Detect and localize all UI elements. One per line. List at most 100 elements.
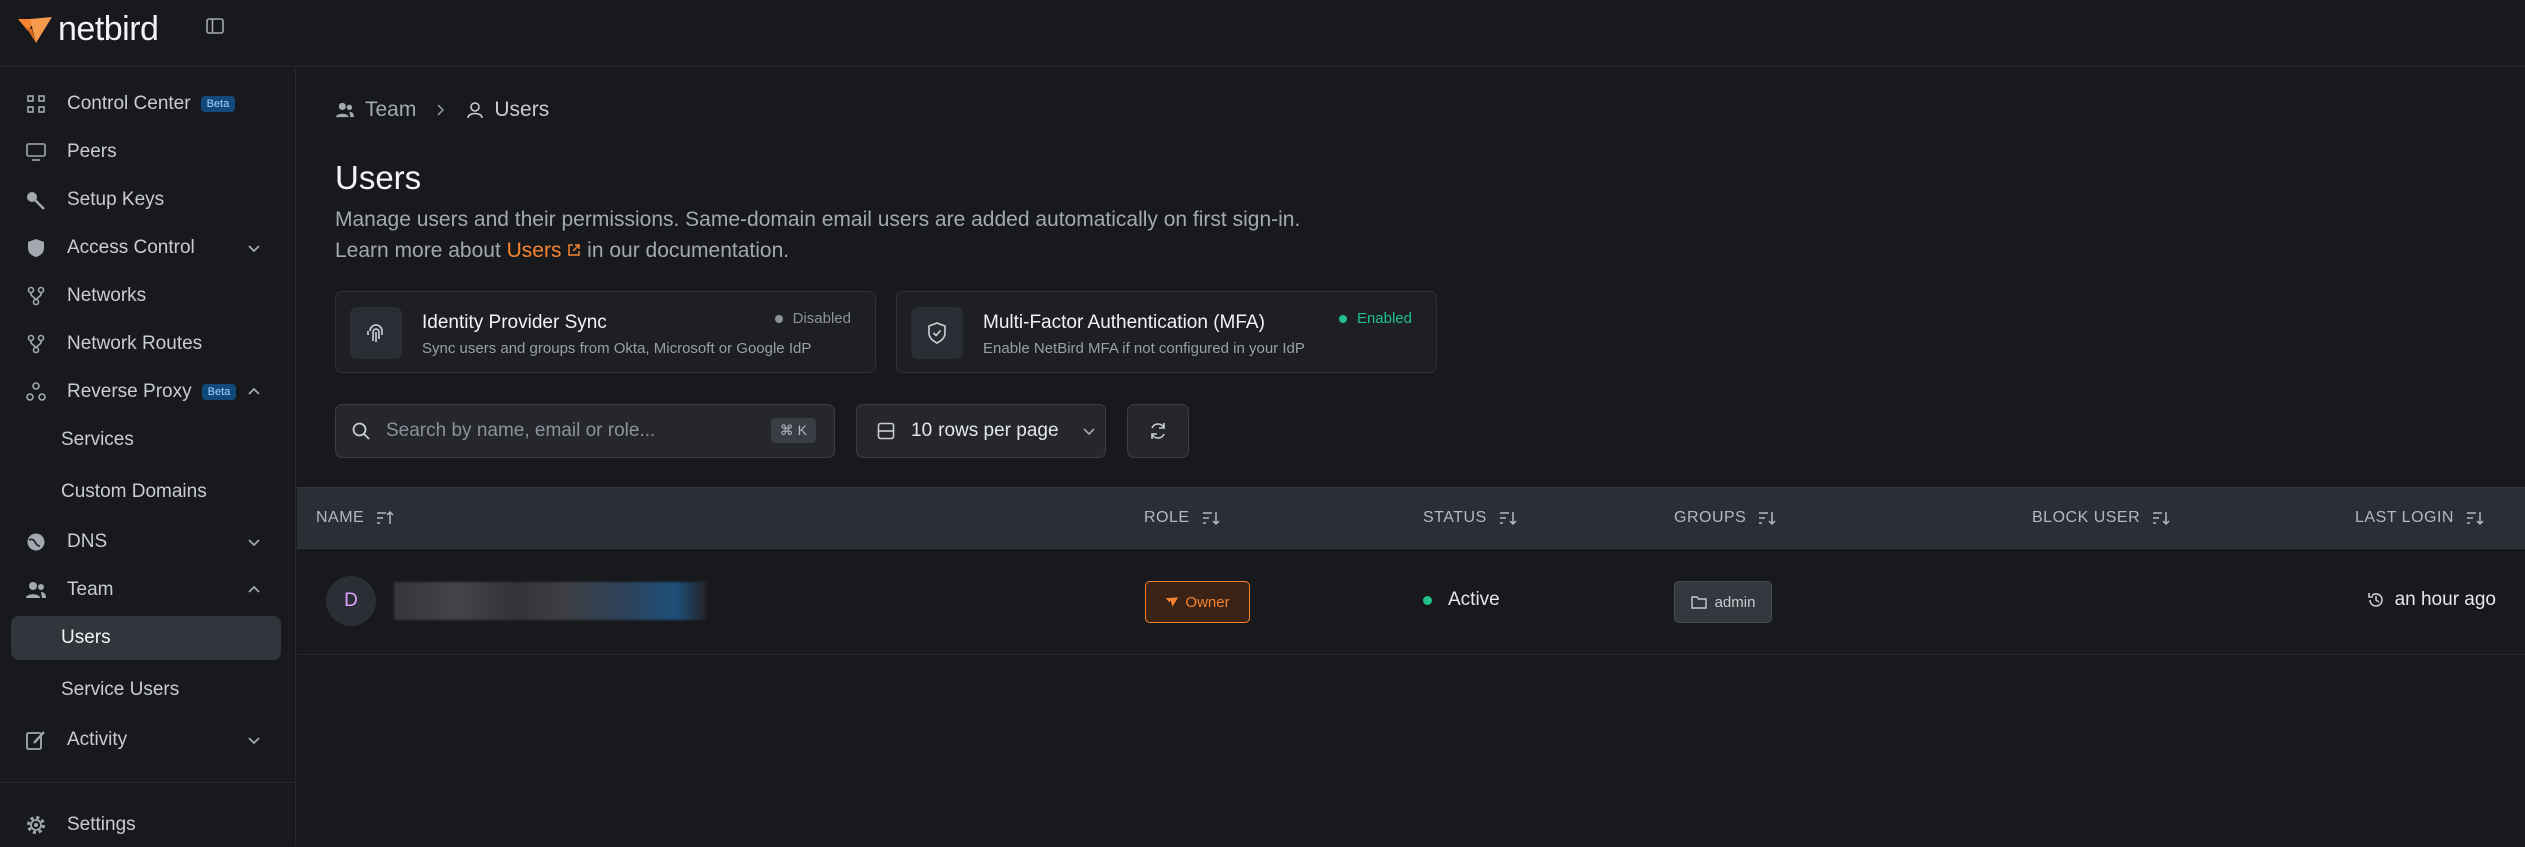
column-block-user[interactable]: BLOCK USER — [2032, 509, 2170, 527]
chevron-up-icon[interactable] — [245, 383, 263, 401]
shield-check-icon — [911, 307, 963, 359]
globe-icon — [25, 531, 47, 553]
sidebar-item-service-users[interactable]: Service Users — [11, 668, 281, 712]
sidebar-item-services[interactable]: Services — [11, 418, 281, 462]
column-label: BLOCK USER — [2032, 509, 2141, 526]
role-badge[interactable]: Owner — [1145, 581, 1250, 623]
gear-icon — [25, 814, 47, 836]
sidebar-item-peers[interactable]: Peers — [11, 130, 281, 174]
table-icon — [877, 422, 895, 440]
status-text: Disabled — [792, 310, 851, 327]
keyboard-shortcut: ⌘ K — [770, 418, 816, 443]
sidebar-item-label: Settings — [67, 814, 136, 835]
sidebar-divider — [0, 782, 296, 783]
column-label: STATUS — [1423, 509, 1487, 526]
sidebar-item-access-control[interactable]: Access Control — [11, 226, 281, 270]
monitor-icon — [25, 141, 47, 163]
column-label: ROLE — [1144, 509, 1190, 526]
sidebar-item-team[interactable]: Team — [11, 568, 281, 612]
breadcrumb: Team Users — [335, 98, 549, 122]
sidebar-item-label: Control Center — [67, 93, 191, 114]
table-row[interactable]: D Owner Active admin an hour ago — [297, 549, 2525, 655]
main-content: Team Users Users Manage users and their … — [297, 68, 2525, 846]
chevron-down-icon[interactable] — [245, 239, 263, 257]
history-icon — [2367, 593, 2383, 607]
netbird-logo-icon — [1166, 597, 1179, 607]
sidebar-item-control-center[interactable]: Control Center Beta — [11, 82, 281, 126]
sidebar-item-dns[interactable]: DNS — [11, 520, 281, 564]
fingerprint-icon — [350, 307, 402, 359]
sidebar-item-label: Reverse Proxy — [67, 381, 192, 402]
sidebar-item-label: Service Users — [61, 679, 180, 700]
idp-sync-card[interactable]: Identity Provider Sync Sync users and gr… — [335, 291, 876, 373]
status-dot — [1423, 595, 1432, 605]
sidebar-item-label: Team — [67, 579, 114, 600]
chevron-down-icon — [1082, 428, 1095, 436]
last-login: an hour ago — [2367, 589, 2496, 611]
search-box[interactable]: ⌘ K — [335, 404, 835, 458]
rows-per-page-value: 10 — [911, 420, 933, 441]
sidebar-item-network-routes[interactable]: Network Routes — [11, 322, 281, 366]
control-center-icon — [25, 93, 47, 115]
chevron-down-icon[interactable] — [245, 731, 263, 749]
sidebar-item-label: DNS — [67, 531, 108, 552]
redacted-user-name — [394, 582, 706, 620]
sidebar-item-label: Access Control — [67, 237, 195, 258]
description-text: Manage users and their permissions. Same… — [335, 208, 1301, 231]
status-text: Active — [1448, 589, 1500, 610]
column-status[interactable]: STATUS — [1423, 509, 1517, 527]
netbird-logo[interactable]: netbird — [16, 10, 159, 49]
status-dot — [1338, 314, 1347, 323]
folder-icon — [1690, 596, 1707, 609]
sort-icon — [1759, 512, 1776, 526]
route-icon — [25, 333, 47, 355]
sidebar-item-label: Setup Keys — [67, 189, 165, 210]
network-icon — [25, 285, 47, 307]
chevron-up-icon[interactable] — [245, 581, 263, 599]
page-description: Manage users and their permissions. Same… — [335, 204, 1300, 266]
breadcrumb-team[interactable]: Team — [365, 98, 416, 122]
status-badge: Enabled — [1338, 310, 1412, 327]
sidebar-item-networks[interactable]: Networks — [11, 274, 281, 318]
top-bar: netbird — [0, 0, 2525, 67]
sidebar-item-users[interactable]: Users — [11, 616, 281, 660]
card-title: Identity Provider Sync — [422, 312, 607, 333]
user-icon — [467, 102, 484, 119]
sidebar-item-label: Services — [61, 429, 134, 450]
sidebar-item-reverse-proxy[interactable]: Reverse Proxy Beta — [11, 370, 281, 414]
sort-icon — [1499, 512, 1517, 526]
last-login-text: an hour ago — [2394, 589, 2496, 610]
sidebar-item-activity[interactable]: Activity — [11, 718, 281, 762]
column-role[interactable]: ROLE — [1144, 509, 1220, 527]
sidebar-item-label: Custom Domains — [61, 481, 207, 502]
sidebar-item-custom-domains[interactable]: Custom Domains — [11, 470, 281, 514]
chevron-down-icon[interactable] — [245, 533, 263, 551]
search-input[interactable] — [386, 420, 746, 442]
sidebar-item-label: Networks — [67, 285, 147, 306]
mfa-card[interactable]: Multi-Factor Authentication (MFA) Enable… — [896, 291, 1437, 373]
rows-per-page-select[interactable]: 10 rows per page — [856, 404, 1106, 458]
role-text: Owner — [1185, 593, 1230, 611]
group-badge[interactable]: admin — [1674, 581, 1772, 623]
sidebar-item-setup-keys[interactable]: Setup Keys — [11, 178, 281, 222]
external-link-icon[interactable] — [567, 243, 581, 257]
column-label: NAME — [316, 509, 365, 526]
column-name[interactable]: NAME — [316, 509, 394, 527]
sidebar-item-label: Activity — [67, 729, 128, 750]
activity-icon — [25, 729, 47, 751]
users-doc-link[interactable]: Users — [507, 239, 562, 262]
column-last-login[interactable]: LAST LOGIN — [2355, 509, 2484, 527]
column-groups[interactable]: GROUPS — [1674, 509, 1776, 527]
status-text: Enabled — [1356, 310, 1412, 327]
column-label: LAST LOGIN — [2355, 509, 2454, 526]
learn-suffix: in our documentation. — [587, 239, 790, 262]
refresh-button[interactable] — [1127, 404, 1189, 458]
sidebar-item-settings[interactable]: Settings — [11, 803, 281, 847]
sort-icon — [2153, 512, 2170, 526]
sidebar-item-label: Users — [61, 627, 111, 648]
team-icon — [25, 579, 47, 601]
sidebar-collapse-icon[interactable] — [205, 16, 225, 36]
avatar: D — [326, 576, 376, 626]
sidebar-item-label: Peers — [67, 141, 117, 162]
status-dot — [774, 314, 783, 323]
